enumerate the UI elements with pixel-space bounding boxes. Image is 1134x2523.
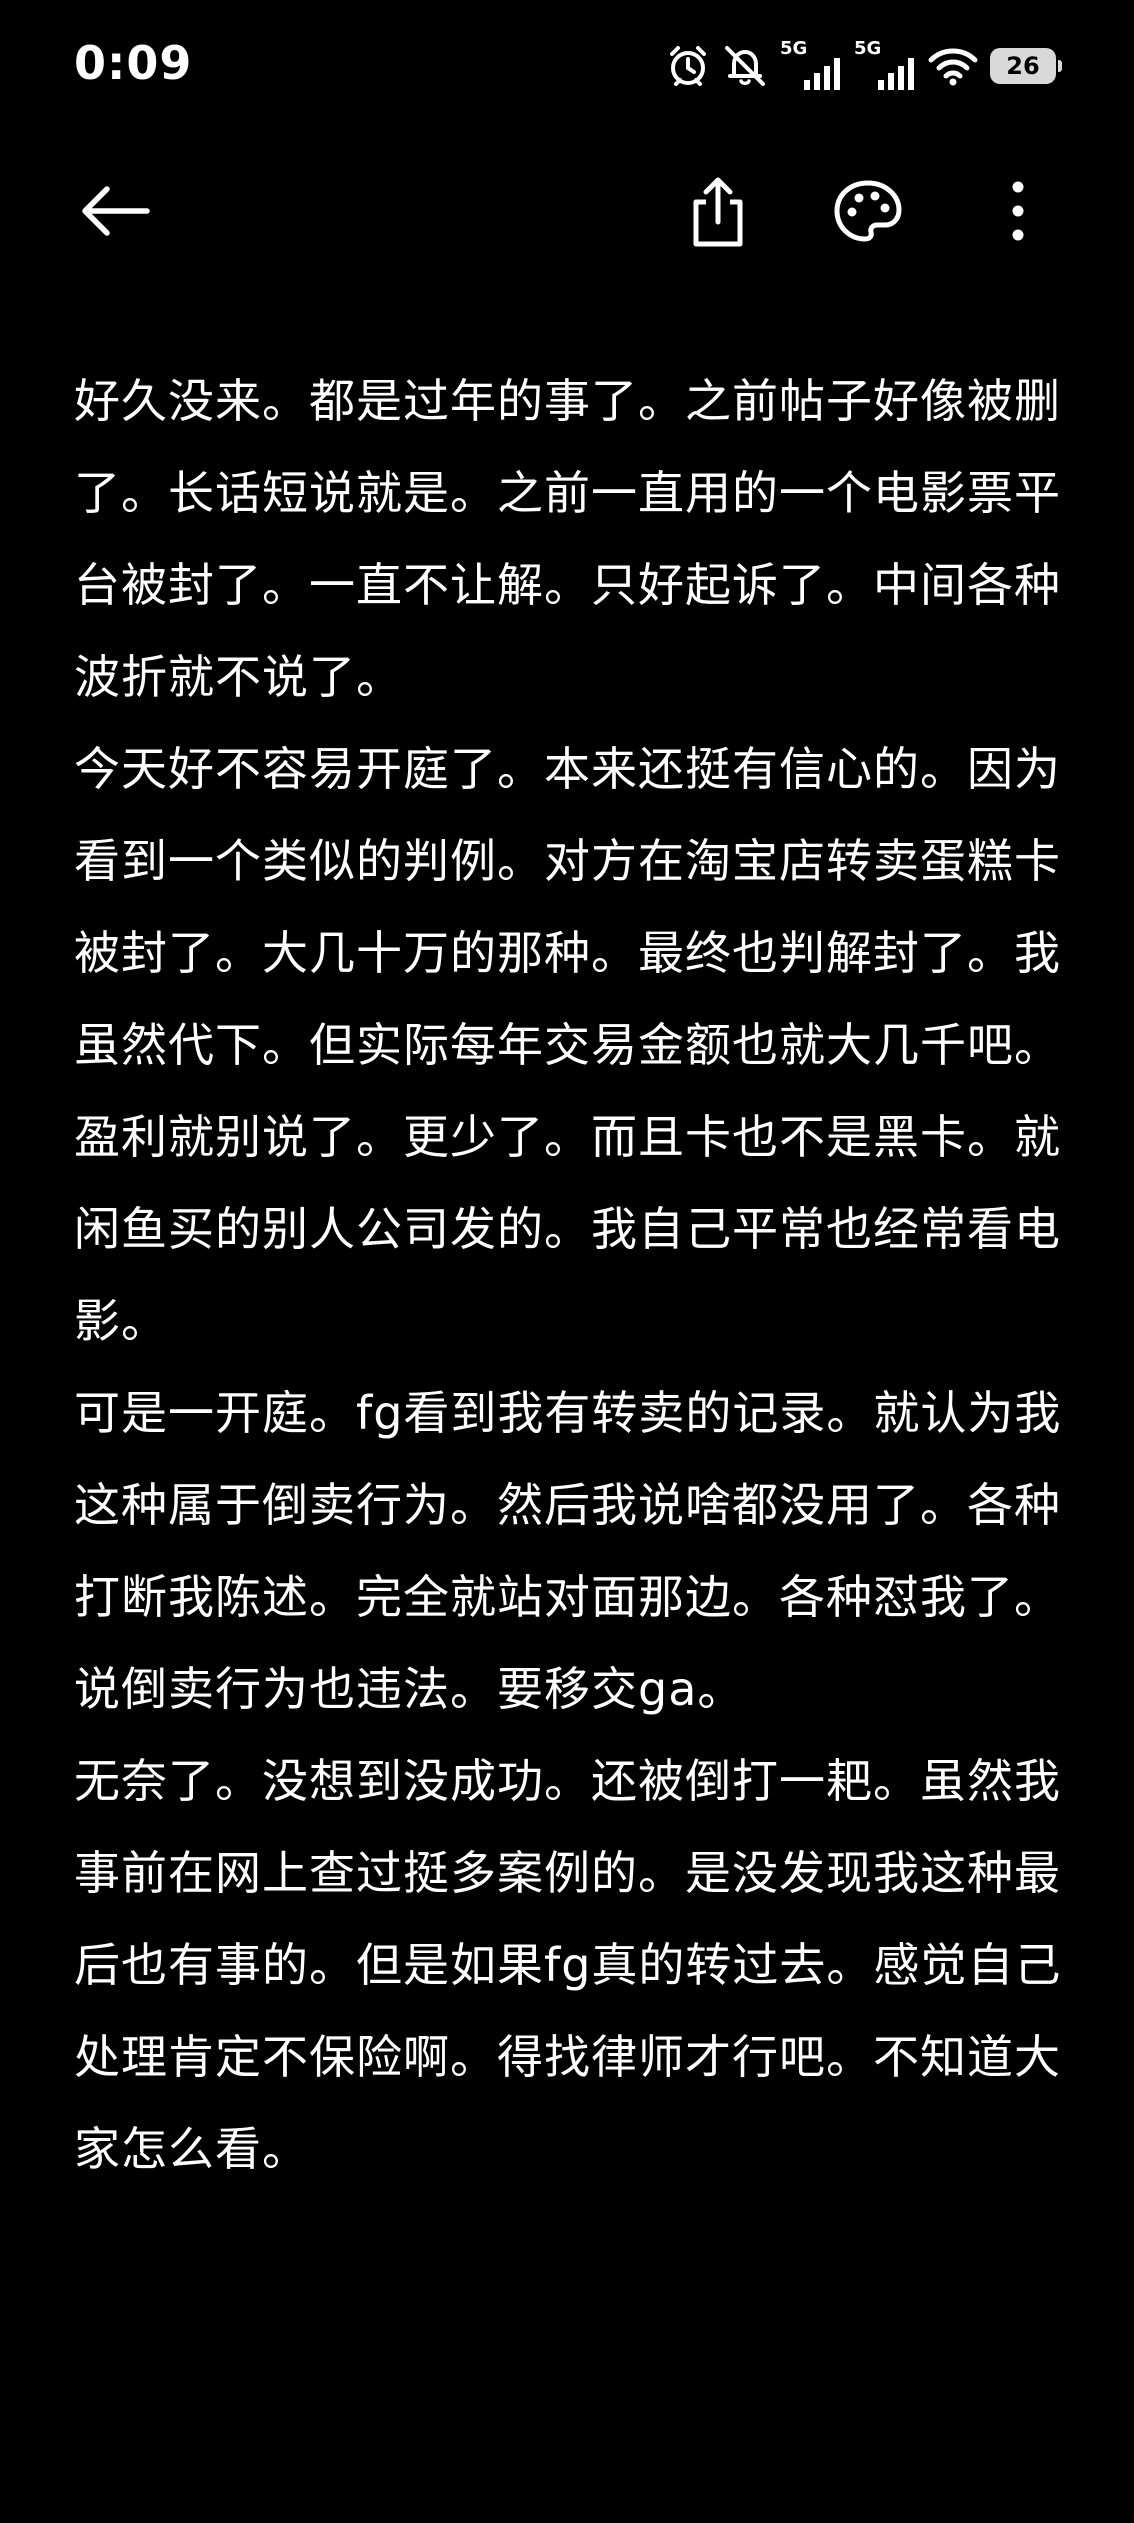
note-body[interactable]: 好久没来。都是过年的事了。之前帖子好像被删了。长话短说就是。之前一直用的一个电影…	[74, 355, 1074, 2195]
palette-icon	[833, 179, 903, 247]
status-bar: 0:09 5G 5G 26	[0, 0, 1134, 140]
network-type-label: 5G	[780, 38, 808, 59]
status-icons: 5G 5G 26	[666, 38, 1062, 94]
share-button[interactable]	[670, 165, 766, 261]
more-options-button[interactable]	[970, 165, 1066, 261]
back-button[interactable]	[67, 165, 163, 261]
alarm-icon	[666, 44, 710, 88]
network-type-label: 5G	[854, 38, 882, 59]
share-icon	[688, 174, 748, 252]
signal-icon: 5G	[780, 38, 842, 92]
status-time: 0:09	[74, 36, 193, 90]
battery-icon: 26	[990, 48, 1062, 84]
mute-icon	[722, 44, 768, 88]
signal-icon: 5G	[854, 38, 916, 92]
battery-level: 26	[1006, 52, 1040, 80]
note-paragraph-4: 无奈了。没想到没成功。还被倒打一耙。虽然我事前在网上查过挺多案例的。是没发现我这…	[74, 1754, 1062, 2176]
note-paragraph-3: 可是一开庭。fg看到我有转卖的记录。就认为我这种属于倒卖行为。然后我说啥都没用了…	[74, 1386, 1062, 1716]
app-bar	[0, 165, 1134, 261]
wifi-icon	[928, 46, 978, 86]
back-arrow-icon	[79, 183, 151, 243]
note-paragraph-1: 好久没来。都是过年的事了。之前帖子好像被删了。长话短说就是。之前一直用的一个电影…	[74, 374, 1061, 704]
more-vert-icon	[1010, 179, 1026, 247]
theme-button[interactable]	[820, 165, 916, 261]
note-paragraph-2: 今天好不容易开庭了。本来还挺有信心的。因为看到一个类似的判例。对方在淘宝店转卖蛋…	[74, 742, 1061, 1348]
